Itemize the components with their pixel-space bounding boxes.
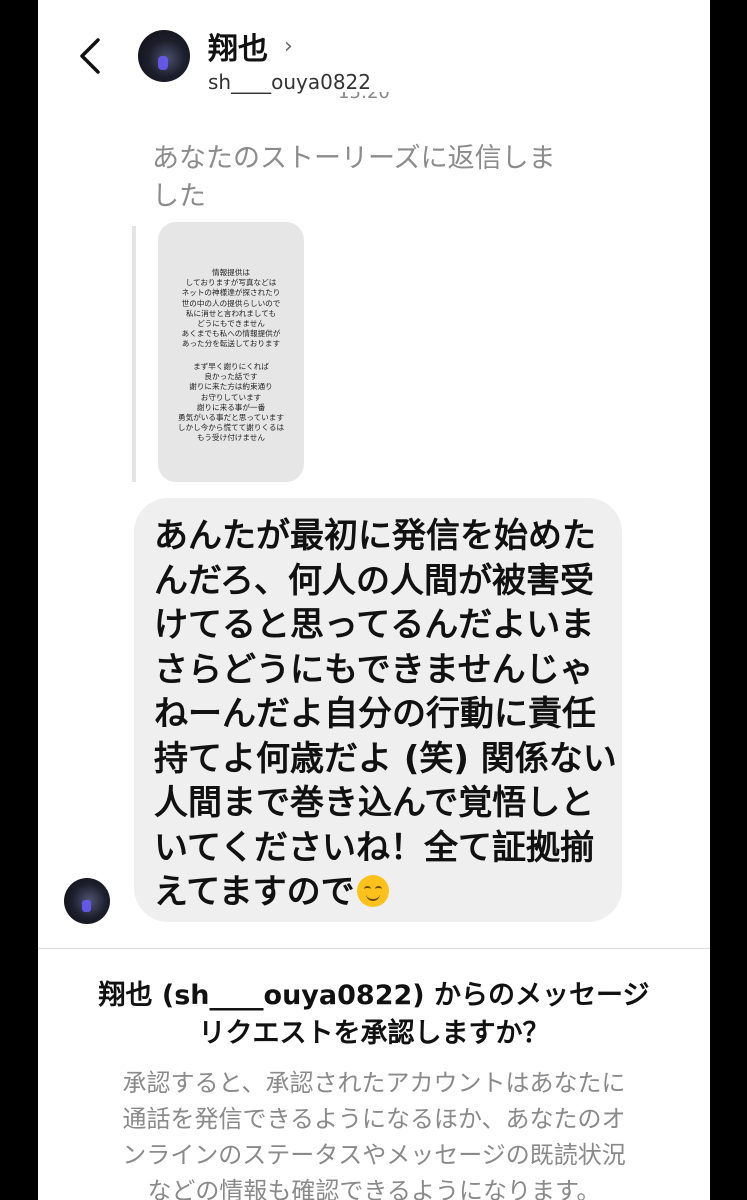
story-paragraph: まず早く謝りにくれば 良かった話です 謝りに来た方は約束通り お守りしています …	[164, 362, 298, 444]
chevron-right-icon[interactable]: ›	[284, 34, 293, 59]
story-line: 良かった話です	[204, 372, 258, 382]
dm-screen: 翔也 › sh____ouya0822 15:20 あなたのストーリーズに返信し…	[38, 0, 710, 1200]
reply-quote-bar	[132, 226, 136, 482]
story-line: 私に消せと言われましても	[185, 308, 277, 318]
story-reply-label: あなたのストーリーズに返信しま した	[152, 140, 592, 216]
smiling-face-emoji-icon	[356, 875, 389, 907]
back-button[interactable]	[74, 36, 110, 76]
story-line: どうにもできません	[197, 319, 265, 329]
story-line: しておりますが写真などは	[185, 278, 277, 288]
story-line: あった分を転送しております	[181, 339, 281, 349]
story-reply-label-line: あなたのストーリーズに返信しま	[152, 143, 556, 174]
timestamp: 15:20	[338, 92, 390, 103]
message-line: ねーんだよ自分の行動に責任	[154, 694, 596, 734]
message-line: 人間まで巻き込んで覚悟しと	[154, 783, 595, 823]
message-bubble[interactable]: あんたが最初に発信を始めた んだろ、何人の人間が被害受 けてると思ってるんだよい…	[134, 498, 622, 922]
story-line: 情報提供は	[212, 268, 250, 277]
contact-username[interactable]: sh____ouya0822	[208, 70, 371, 94]
avatar[interactable]	[138, 30, 190, 82]
sender-avatar[interactable]	[64, 878, 110, 924]
story-thumbnail[interactable]: 情報提供は しておりますが写真などは ネットの神様達が探されたり 世の中の人の提…	[158, 222, 304, 482]
message-text: あんたが最初に発信を始めた んだろ、何人の人間が被害受 けてると思ってるんだよい…	[154, 514, 617, 915]
request-title-line: 翔也 (sh____ouya0822) からのメッセージ	[98, 980, 650, 1011]
message-line: さらどうにもできませんじゃ	[154, 649, 594, 690]
request-title-line: リクエストを承認しますか？	[198, 1018, 550, 1049]
message-line: いてくださいね！全て証拠揃	[154, 827, 594, 868]
request-description-line: ンラインのステータスやメッセージの既読状況	[122, 1141, 626, 1169]
story-line: まず早く謝りにくれば	[193, 362, 269, 371]
contact-name[interactable]: 翔也	[208, 24, 268, 68]
request-description-line: などの情報も確認できるようになります。	[147, 1177, 601, 1200]
message-line: 持てよ何歳だよ (笑) 関係ない	[154, 738, 617, 779]
message-line: んだろ、何人の人間が被害受	[154, 560, 594, 601]
chevron-left-icon	[80, 38, 100, 74]
story-line: 勇気がいる事だと思っています	[178, 413, 284, 423]
story-line: ネットの神様達が探されたり	[181, 288, 281, 298]
message-line: けてると思ってるんだよいま	[154, 605, 595, 645]
story-line: もう受け付けません	[197, 433, 265, 443]
request-description-line: 承認すると、承認されたアカウントはあなたに	[122, 1069, 626, 1097]
story-line: あくまでも私への情報提供が	[181, 329, 281, 339]
message-request-panel: 翔也 (sh____ouya0822) からのメッセージ リクエストを承認します…	[38, 948, 710, 1200]
story-line: しかし今から慌てて謝りくるは	[177, 423, 285, 433]
message-line: あんたが最初に発信を始めた	[154, 516, 596, 556]
request-description-line: 通話を発信できるようになるほか、あなたのオ	[122, 1105, 626, 1133]
story-line: 謝りに来た方は約束通り	[189, 382, 273, 392]
story-line: お守りしています	[200, 392, 262, 402]
request-description: 承認すると、承認されたアカウントはあなたに 通話を発信できるようになるほか、あな…	[38, 1065, 710, 1200]
message-line-last: えてますので	[154, 870, 614, 915]
message-line: えてますので	[154, 872, 355, 912]
story-paragraph: 情報提供は しておりますが写真などは ネットの神様達が探されたり 世の中の人の提…	[164, 268, 298, 350]
story-line: 世の中の人の提供らしいので	[181, 298, 281, 308]
request-title: 翔也 (sh____ouya0822) からのメッセージ リクエストを承認します…	[38, 977, 710, 1053]
story-reply-label-line: した	[152, 181, 206, 212]
story-line: 謝りに来る事が一番	[196, 402, 266, 412]
chat-header: 翔也 › sh____ouya0822 15:20	[38, 0, 710, 102]
